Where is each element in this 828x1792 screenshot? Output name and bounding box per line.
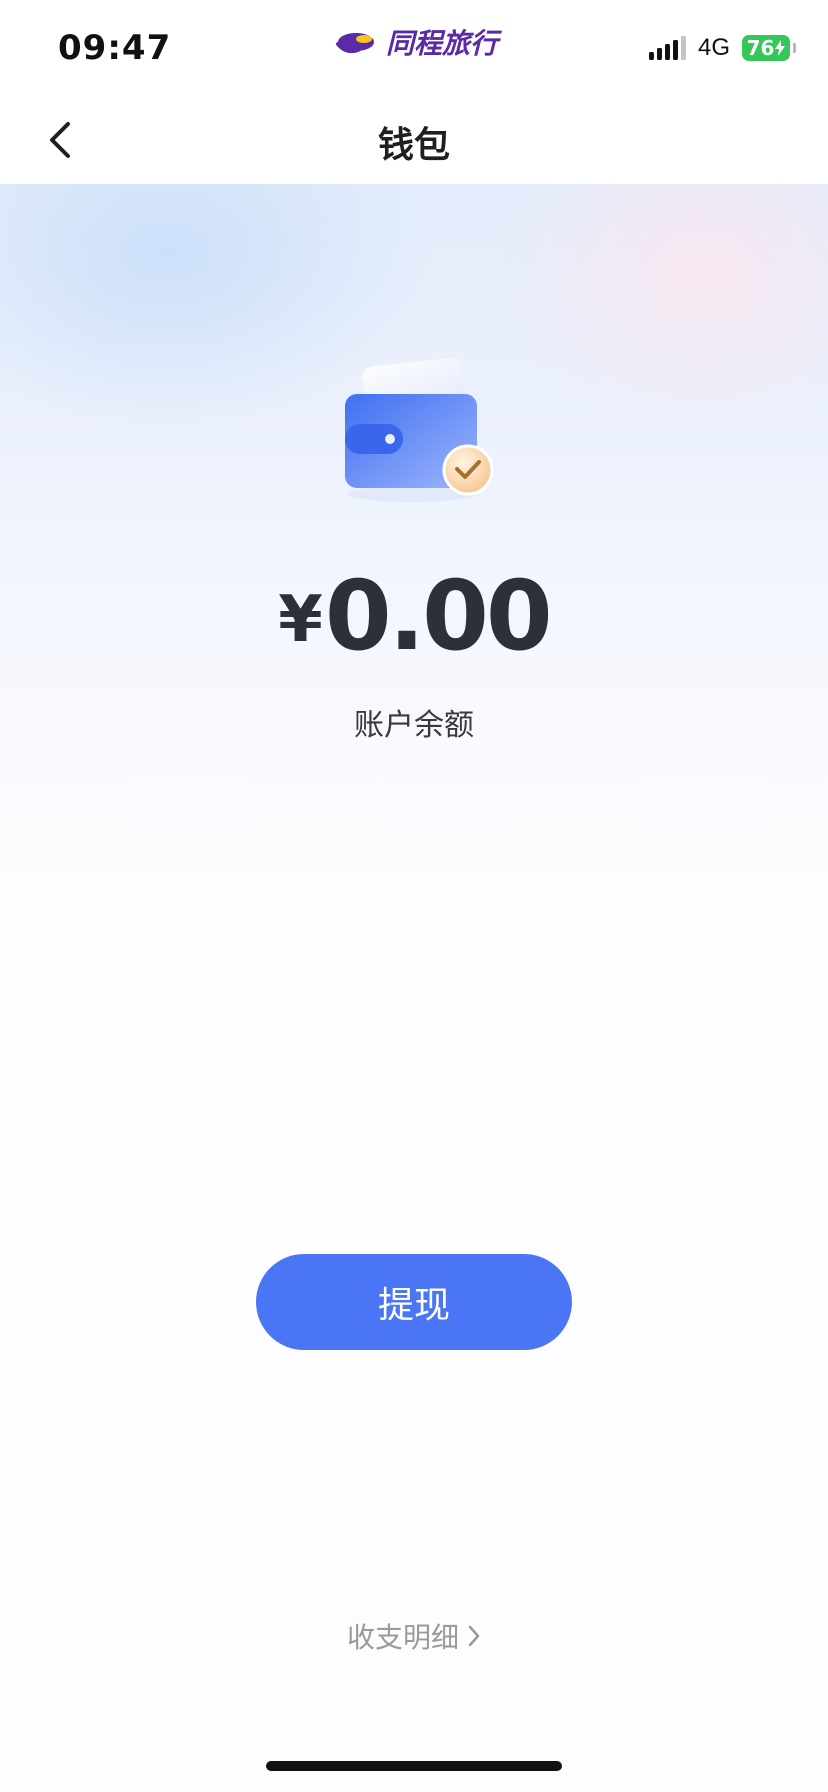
battery-level: 76 [746,36,775,60]
brand-logo: 同程旅行 [334,22,498,62]
wallet-icon [345,357,494,502]
charging-icon [775,40,786,56]
brand-mascot-icon [336,33,374,54]
balance-value: 0.00 [324,560,553,672]
home-indicator[interactable] [266,1761,562,1771]
brand-name: 同程旅行 [386,27,499,60]
balance-label: 账户余额 [354,708,474,743]
details-label: 收支明细 [346,1621,459,1654]
hero-background [0,184,828,884]
balance-amount: ¥0.00 [0,560,828,672]
status-time: 09:47 [58,28,172,68]
status-bar: 09:47 同程旅行 4G 76 [0,0,828,96]
currency-symbol: ¥ [278,583,323,657]
status-indicators: 4G 76 [648,34,796,62]
battery-icon: 76 [742,35,796,61]
transaction-details-link[interactable]: 收支明细 [0,1616,828,1656]
navigation-bar: 钱包 [0,96,828,184]
signal-icon [648,36,686,60]
page-title: 钱包 [377,125,450,166]
wallet-screen: 09:47 同程旅行 4G 76 钱包 ¥0.00 账户余额 提现 收支明细 [0,0,828,1792]
withdraw-button[interactable]: 提现 [256,1254,572,1350]
chevron-right-icon [468,1625,480,1647]
network-type: 4G [697,34,730,61]
